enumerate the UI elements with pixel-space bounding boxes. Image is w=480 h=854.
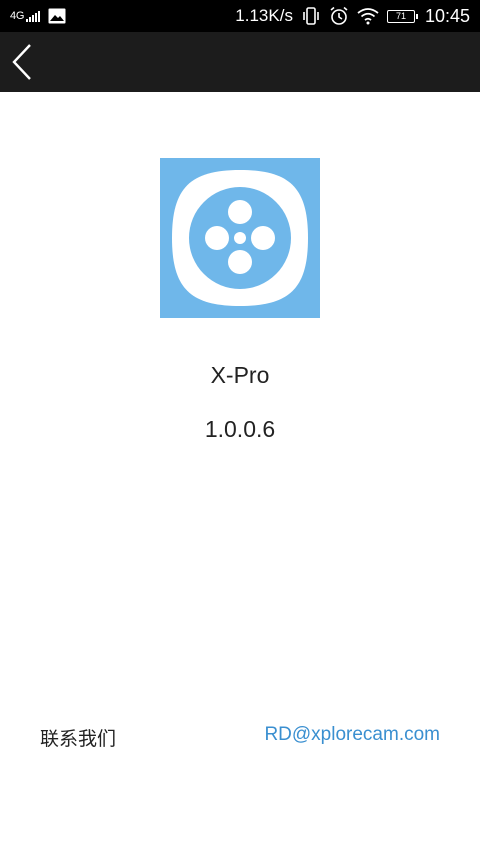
battery-icon: 71: [386, 9, 418, 23]
status-right: 1.13K/s 71 10:45: [235, 0, 470, 32]
vibrate-icon: [303, 7, 319, 25]
contact-label: 联系我们: [40, 728, 117, 750]
back-button[interactable]: [6, 40, 38, 84]
app-name: X-Pro: [210, 362, 270, 388]
contact-email-link[interactable]: RD@xplorecam.com: [264, 724, 440, 746]
status-left: 4G: [10, 0, 66, 32]
net-speed: 1.13K/s: [235, 6, 293, 25]
status-time: 10:45: [424, 5, 470, 26]
chevron-left-icon: [12, 44, 31, 80]
alarm-icon: [330, 6, 348, 25]
image-notification-icon: [48, 8, 66, 24]
signal-icon: [26, 10, 41, 22]
app-version: 1.0.0.6: [204, 416, 276, 442]
app-logo-icon: [160, 158, 320, 318]
status-bar: 4G 1.13K/s 71 10:45: [0, 0, 480, 32]
network-type: 4G: [10, 10, 25, 22]
wifi-icon: [357, 8, 379, 25]
title-bar: [0, 32, 480, 92]
contact-row: 联系我们 RD@xplorecam.com: [0, 718, 480, 754]
